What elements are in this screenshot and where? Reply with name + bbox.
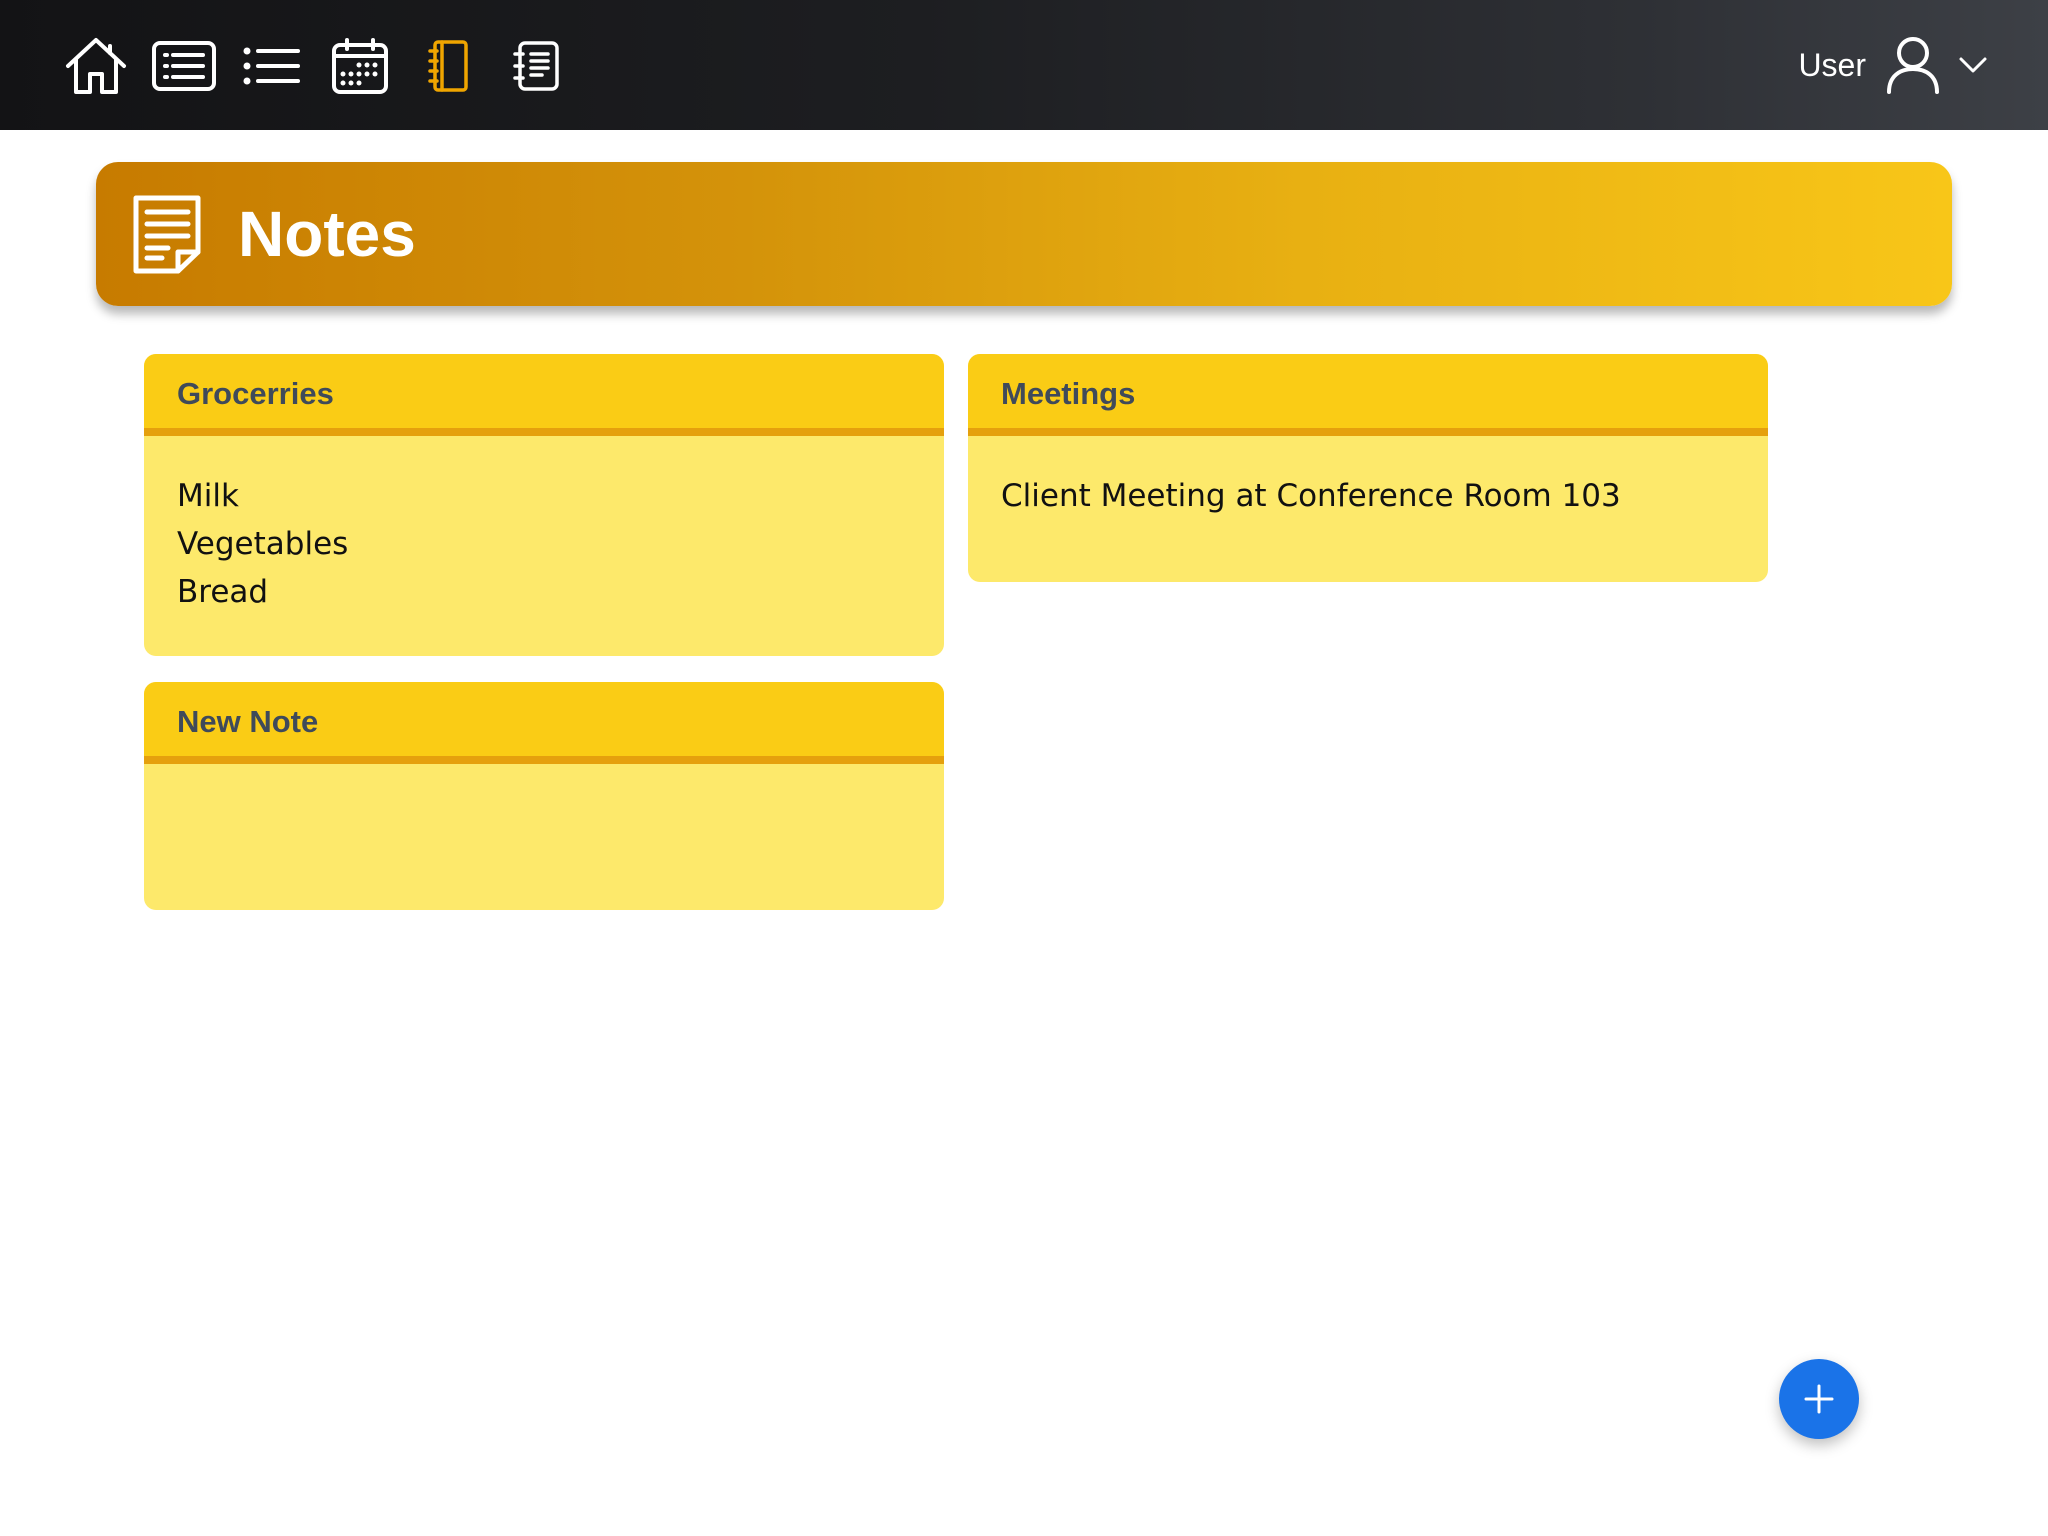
note-card-meetings[interactable]: Meetings Client Meeting at Conference Ro… bbox=[968, 354, 1768, 582]
plus-icon bbox=[1804, 1384, 1834, 1414]
home-icon bbox=[66, 38, 126, 94]
note-card-header: New Note bbox=[144, 682, 944, 764]
note-document-icon bbox=[133, 195, 201, 274]
note-card-new-note[interactable]: New Note bbox=[144, 682, 944, 910]
note-title: New Note bbox=[177, 704, 319, 739]
note-card-header: Grocerries bbox=[144, 354, 944, 436]
user-icon bbox=[1887, 37, 1939, 94]
note-title: Meetings bbox=[1001, 376, 1136, 411]
notes-page-icon bbox=[513, 41, 559, 91]
note-body: Milk Vegetables Bread bbox=[144, 436, 944, 616]
chevron-down-icon[interactable] bbox=[1958, 55, 1988, 75]
note-line: Milk bbox=[177, 478, 239, 514]
nav-notes-page-button[interactable] bbox=[500, 30, 572, 102]
page-title: Notes bbox=[238, 198, 416, 270]
bullet-list-icon bbox=[243, 47, 300, 85]
nav-bullet-list-button[interactable] bbox=[236, 30, 308, 102]
user-menu[interactable]: User bbox=[1798, 30, 1988, 100]
list-box-icon bbox=[152, 41, 216, 91]
note-body bbox=[144, 764, 944, 800]
note-body: Client Meeting at Conference Room 103 bbox=[968, 436, 1768, 520]
note-title: Grocerries bbox=[177, 376, 334, 411]
note-card-grocerries[interactable]: Grocerries Milk Vegetables Bread bbox=[144, 354, 944, 656]
notebook-icon bbox=[428, 40, 468, 92]
nav-home-button[interactable] bbox=[60, 30, 132, 102]
notes-header-banner: Notes bbox=[96, 162, 1952, 306]
note-line: Vegetables bbox=[177, 526, 349, 562]
add-note-button[interactable] bbox=[1779, 1359, 1859, 1439]
note-line: Client Meeting at Conference Room 103 bbox=[1001, 478, 1621, 514]
user-name-label: User bbox=[1798, 46, 1866, 83]
note-line: Bread bbox=[177, 574, 269, 610]
nav-icon-group bbox=[60, 30, 588, 102]
calendar-icon bbox=[332, 38, 388, 94]
nav-notebook-button[interactable] bbox=[412, 30, 484, 102]
top-navigation-bar: User bbox=[0, 0, 2048, 130]
nav-list-box-button[interactable] bbox=[148, 30, 220, 102]
note-card-header: Meetings bbox=[968, 354, 1768, 436]
nav-calendar-button[interactable] bbox=[324, 30, 396, 102]
